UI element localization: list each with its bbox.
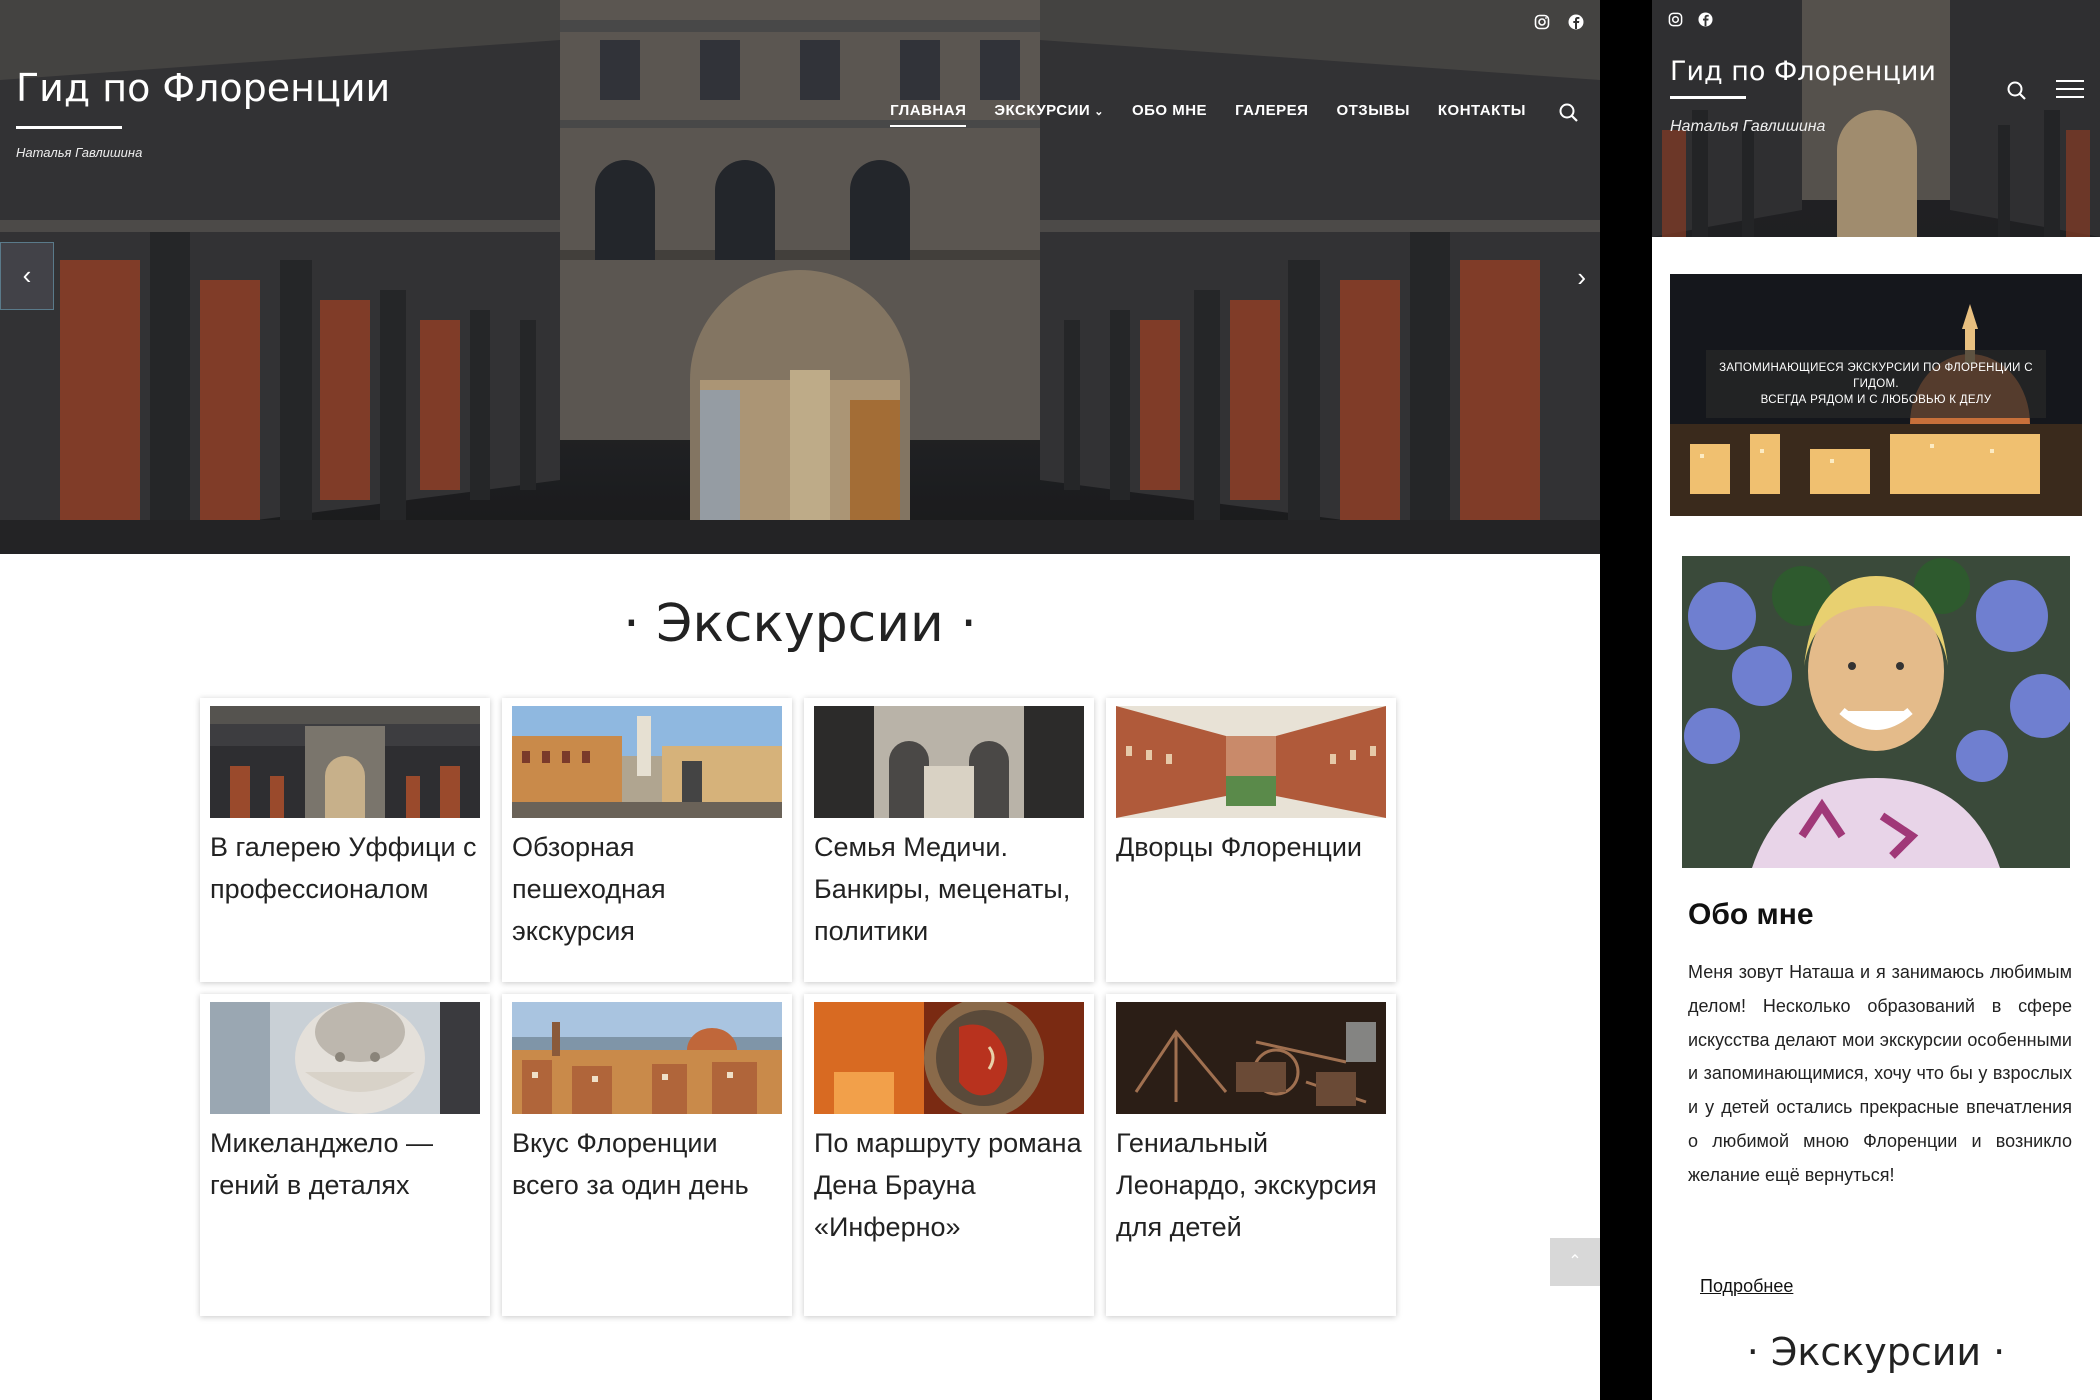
- menu-icon[interactable]: [2056, 80, 2084, 104]
- banner-line-2: ВСЕГДА РЯДОМ И С ЛЮБОВЬЮ К ДЕЛУ: [1760, 394, 1992, 406]
- nav-item-tours[interactable]: ЭКСКУРСИИ ⌄: [994, 102, 1104, 127]
- site-subtitle: Наталья Гавлишина: [1670, 118, 1826, 135]
- search-icon[interactable]: [1558, 102, 1580, 124]
- tour-title[interactable]: Вкус Флоренции всего за один день: [512, 1122, 787, 1206]
- tour-card[interactable]: В галерею Уффици с профессионалом: [200, 698, 490, 982]
- promo-banner: ЗАПОМИНАЮЩИЕСЯ ЭКСКУРСИИ ПО ФЛОРЕНЦИИ С …: [1670, 274, 2082, 516]
- mobile-hero-image: Гид по Флоренции Наталья Гавлишина: [1652, 0, 2100, 237]
- banner-line-1: ЗАПОМИНАЮЩИЕСЯ ЭКСКУРСИИ ПО ФЛОРЕНЦИИ С …: [1719, 362, 2033, 390]
- tour-card[interactable]: Семья Медичи. Банкиры, меценаты, политик…: [804, 698, 1094, 982]
- section-title: · Экскурсии ·: [623, 594, 977, 654]
- hero-slider: Гид по Флоренции Наталья Гавлишина ГЛАВН…: [0, 0, 1600, 554]
- nav-item-home[interactable]: ГЛАВНАЯ: [890, 102, 967, 127]
- main-nav: ГЛАВНАЯ ЭКСКУРСИИ ⌄ ОБО МНЕ ГАЛЕРЕЯ ОТЗЫВ…: [890, 102, 1526, 127]
- site-title[interactable]: Гид по Флоренции: [16, 66, 390, 110]
- guide-portrait: [1682, 556, 2070, 868]
- tour-thumbnail: [1116, 1002, 1386, 1114]
- desktop-view: Гид по Флоренции Наталья Гавлишина ГЛАВН…: [0, 0, 1600, 1400]
- tour-card[interactable]: Гениальный Леонардо, экскурсия для детей: [1106, 994, 1396, 1316]
- tour-title[interactable]: Обзорная пешеходная экскурсия: [512, 826, 787, 952]
- tour-thumbnail: [512, 706, 782, 818]
- back-to-top-button[interactable]: ⌃: [1550, 1238, 1600, 1286]
- about-text: Меня зовут Наташа и я занимаюсь любимым …: [1688, 962, 2072, 1185]
- tour-title[interactable]: Гениальный Леонардо, экскурсия для детей: [1116, 1122, 1391, 1248]
- instagram-icon[interactable]: [1668, 12, 1683, 30]
- title-underline: [1670, 96, 1746, 99]
- facebook-icon[interactable]: [1566, 14, 1586, 34]
- slider-prev-button[interactable]: ‹: [0, 242, 54, 310]
- section-title: · Экскурсии ·: [1746, 1330, 2006, 1374]
- tour-thumbnail: [814, 1002, 1084, 1114]
- slider-next-button[interactable]: ›: [1577, 262, 1586, 293]
- about-title: Обо мне: [1688, 898, 1814, 931]
- tour-thumbnail: [210, 1002, 480, 1114]
- nav-item-reviews[interactable]: ОТЗЫВЫ: [1336, 102, 1409, 127]
- title-underline: [16, 126, 122, 129]
- tour-title[interactable]: По маршруту романа Дена Брауна «Инферно»: [814, 1122, 1089, 1248]
- nav-item-about[interactable]: ОБО МНЕ: [1132, 102, 1207, 127]
- tour-title[interactable]: В галерею Уффици с профессионалом: [210, 826, 485, 910]
- tour-title[interactable]: Дворцы Флоренции: [1116, 826, 1391, 868]
- nav-item-gallery[interactable]: ГАЛЕРЕЯ: [1235, 102, 1308, 127]
- tour-card[interactable]: По маршруту романа Дена Брауна «Инферно»: [804, 994, 1094, 1316]
- facebook-icon[interactable]: [1698, 12, 1713, 30]
- search-icon[interactable]: [2006, 80, 2028, 107]
- site-title[interactable]: Гид по Флоренции: [1670, 56, 1936, 87]
- tour-title[interactable]: Семья Медичи. Банкиры, меценаты, политик…: [814, 826, 1089, 952]
- banner-caption: ЗАПОМИНАЮЩИЕСЯ ЭКСКУРСИИ ПО ФЛОРЕНЦИИ С …: [1706, 350, 2046, 418]
- instagram-icon[interactable]: [1532, 14, 1552, 34]
- chevron-down-icon: ⌄: [1094, 106, 1104, 118]
- read-more-link[interactable]: Подробнее: [1700, 1276, 1793, 1297]
- tour-thumbnail: [210, 706, 480, 818]
- tour-card[interactable]: Микеланджело — гений в деталях: [200, 994, 490, 1316]
- site-subtitle: Наталья Гавлишина: [16, 145, 143, 160]
- tour-card[interactable]: Вкус Флоренции всего за один день: [502, 994, 792, 1316]
- tour-card[interactable]: Дворцы Флоренции: [1106, 698, 1396, 982]
- tour-card[interactable]: Обзорная пешеходная экскурсия: [502, 698, 792, 982]
- tour-thumbnail: [1116, 706, 1386, 818]
- tour-title[interactable]: Микеланджело — гений в деталях: [210, 1122, 485, 1206]
- tour-thumbnail: [512, 1002, 782, 1114]
- mobile-view: Гид по Флоренции Наталья Гавлишина ЗАПОМ…: [1652, 0, 2100, 1400]
- tour-thumbnail: [814, 706, 1084, 818]
- nav-item-contacts[interactable]: КОНТАКТЫ: [1438, 102, 1526, 127]
